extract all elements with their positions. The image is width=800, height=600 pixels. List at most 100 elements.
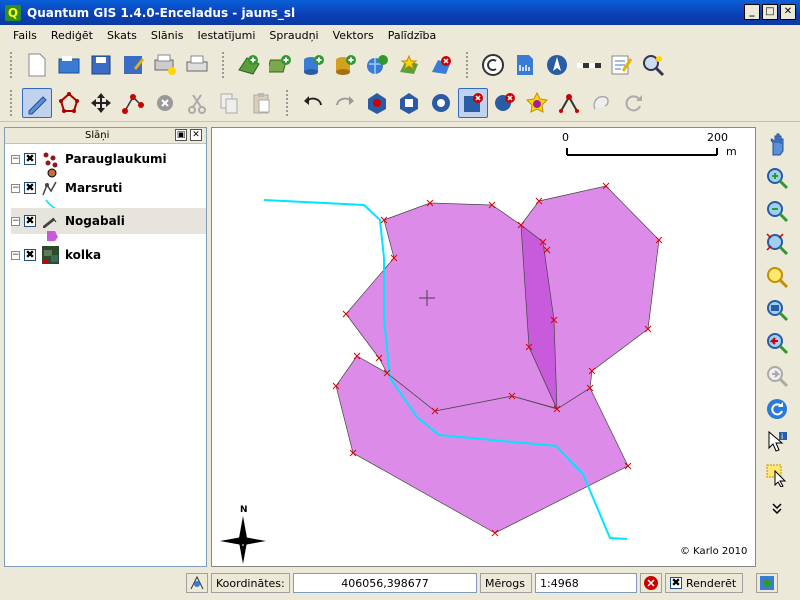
split-features-icon[interactable] [522,88,552,118]
add-vector-layer-icon[interactable] [234,50,264,80]
layer-item-parauglaukumi[interactable]: − ✖ Parauglaukumi [11,146,206,172]
offset-icon[interactable] [618,88,648,118]
map-navigation-toolbar: i [758,130,796,570]
render-checkbox[interactable]: ✖ [670,577,682,589]
layer-item-nogabali[interactable]: − ✖ Nogabali [11,208,206,234]
menu-slanis[interactable]: Slānis [144,29,191,42]
identify-icon[interactable]: i [762,427,792,457]
zoom-to-layer-icon[interactable] [762,295,792,325]
add-island-icon[interactable] [394,88,424,118]
zoom-out-icon[interactable] [762,196,792,226]
zoom-to-selection-icon[interactable] [762,262,792,292]
float-panel-button[interactable]: ▣ [175,129,187,141]
pan-icon[interactable] [762,130,792,160]
zoom-plugin-icon[interactable] [638,50,668,80]
reshape-icon[interactable] [490,88,520,118]
menu-bar: Fails Rediģēt Skats Slānis Iestatījumi S… [0,25,800,45]
menu-vektors[interactable]: Vektors [326,29,381,42]
redo-icon[interactable] [330,88,360,118]
layer-visibility-checkbox[interactable]: ✖ [24,182,36,194]
minimize-button[interactable]: _ [744,4,760,20]
remove-layer-icon[interactable] [426,50,456,80]
raster-layer-icon [41,246,59,264]
toolbar-grip[interactable] [466,52,472,78]
zoom-next-icon[interactable] [762,361,792,391]
copyright-label-icon[interactable] [478,50,508,80]
add-raster-layer-icon[interactable] [266,50,296,80]
menu-iestatijumi[interactable]: Iestatījumi [190,29,262,42]
delete-part-icon[interactable] [458,87,488,118]
toggle-editing-icon[interactable] [22,87,52,118]
maximize-button[interactable]: □ [762,4,778,20]
collapse-toggle[interactable]: − [11,154,20,164]
zoom-in-icon[interactable] [762,163,792,193]
scale-input[interactable]: 1:4968 [535,573,637,593]
save-project-icon[interactable] [86,50,116,80]
delete-ring-icon[interactable] [426,88,456,118]
render-toggle[interactable]: ✖ Renderēt [665,573,743,593]
merge-features-icon[interactable] [554,88,584,118]
coordinates-value: 406056,398677 [293,573,477,593]
map-canvas[interactable]: 0 200 m N © Karlo 2010 [211,127,756,567]
save-as-icon[interactable] [118,50,148,80]
north-arrow-icon[interactable] [542,50,572,80]
collapse-toggle[interactable]: − [11,216,20,226]
close-button[interactable]: ✕ [780,4,796,20]
delete-selected-icon[interactable] [150,88,180,118]
toolbar-grip[interactable] [222,52,228,78]
line-layer-icon [41,179,59,197]
toolbar-grip[interactable] [10,52,16,78]
add-ring-icon[interactable] [362,88,392,118]
move-feature-icon[interactable] [86,88,116,118]
menu-rediget[interactable]: Rediģēt [44,29,100,42]
close-panel-button[interactable]: ✕ [190,129,202,141]
new-vector-layer-icon[interactable] [394,50,424,80]
node-tool-icon[interactable] [118,88,148,118]
polygon-symbol-icon [47,231,58,241]
add-spatialite-layer-icon[interactable] [330,50,360,80]
select-icon[interactable] [762,460,792,490]
refresh-icon[interactable] [762,394,792,424]
undo-icon[interactable] [298,88,328,118]
rotate-icon[interactable] [586,88,616,118]
menu-fails[interactable]: Fails [6,29,44,42]
add-wms-layer-icon[interactable] [362,50,392,80]
stop-render-button[interactable] [640,573,662,593]
qgis-logo-icon: Q [5,4,21,21]
layer-visibility-checkbox[interactable]: ✖ [24,249,36,261]
collapse-toggle[interactable]: − [11,250,20,260]
capture-polygon-icon[interactable] [54,88,84,118]
toolbar-grip[interactable] [286,89,292,116]
print-icon[interactable] [182,50,212,80]
menu-palidziba[interactable]: Palīdzība [381,29,444,42]
scale-bar-start: 0 [562,131,569,144]
new-print-composer-icon[interactable] [150,50,180,80]
collapse-toggle[interactable]: − [11,183,20,193]
new-project-icon[interactable] [22,50,52,80]
layer-name: Parauglaukumi [65,152,167,166]
menu-spraudni[interactable]: Spraudņi [262,29,325,42]
north-arrow-icon: N [220,505,266,564]
menu-skats[interactable]: Skats [100,29,144,42]
title-bar: Q Quantum GIS 1.4.0-Enceladus - jauns_sl… [0,0,800,25]
editing-pencil-icon [41,212,59,230]
layer-visibility-checkbox[interactable]: ✖ [24,215,36,227]
projection-status-icon[interactable] [756,573,778,593]
measure-line-icon[interactable] [574,50,604,80]
toolbar-grip[interactable] [10,89,16,116]
copy-icon[interactable] [214,88,244,118]
open-project-icon[interactable] [54,50,84,80]
zoom-last-icon[interactable] [762,328,792,358]
more-icon[interactable] [762,493,792,523]
annotation-icon[interactable] [606,50,636,80]
coordinate-capture-icon[interactable] [186,573,208,593]
paste-icon[interactable] [246,88,276,118]
cut-icon[interactable] [182,88,212,118]
layer-item-marsruti[interactable]: − ✖ Marsruti [11,175,206,201]
zoom-full-icon[interactable] [762,229,792,259]
layer-visibility-checkbox[interactable]: ✖ [24,153,36,165]
scale-bar-icon[interactable] [510,50,540,80]
north-label: N [240,505,248,515]
layer-item-kolka[interactable]: − ✖ kolka [11,242,206,268]
add-postgis-layer-icon[interactable] [298,50,328,80]
